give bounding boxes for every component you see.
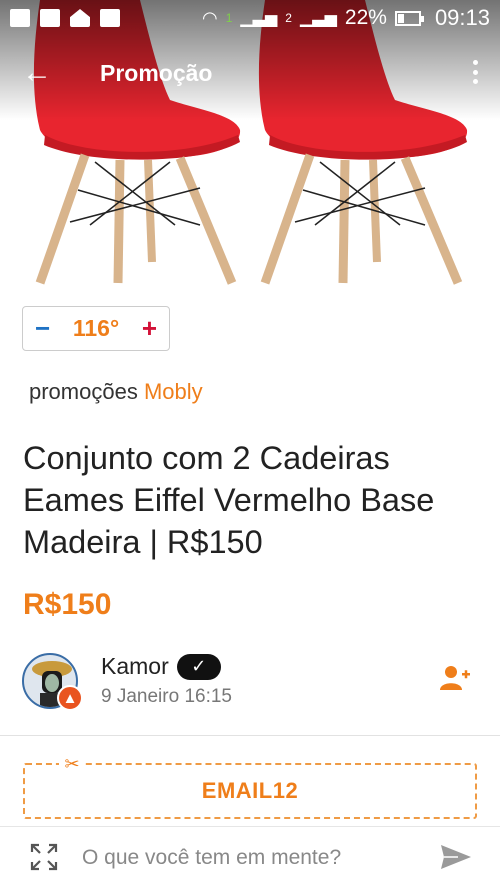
message-icon — [10, 9, 30, 27]
add-user-icon[interactable] — [440, 664, 470, 692]
author-name[interactable]: Kamor — [101, 653, 169, 680]
mail-icon — [100, 9, 120, 27]
comment-composer — [0, 826, 500, 889]
home-icon — [70, 9, 90, 27]
notification-icons — [10, 9, 120, 27]
app-bar: ← Promoção — [0, 50, 500, 98]
coupon-code-box[interactable]: ✂ EMAIL12 — [23, 753, 477, 819]
merchant-prefix: promoções — [29, 379, 138, 404]
merchant-line: promoções Mobly — [29, 379, 203, 405]
deal-temperature-control: − 116° + — [22, 306, 170, 351]
clock: 09:13 — [434, 5, 490, 30]
signal-icon-2: ▁▃▅ — [299, 10, 337, 27]
post-date: 9 Janeiro 16:15 — [101, 686, 232, 707]
wifi-icon: ◠ — [201, 7, 218, 28]
divider — [0, 735, 500, 736]
fire-icon: ▲ — [57, 685, 83, 711]
battery-percent: 22% — [344, 6, 387, 29]
more-vertical-icon[interactable] — [472, 60, 478, 84]
coupon-code[interactable]: EMAIL12 — [202, 778, 298, 804]
signal-icon-1: ▁▃▅ — [240, 10, 278, 27]
deal-price: R$150 — [23, 588, 112, 621]
sim-one-signal-icon: 1 — [225, 11, 233, 25]
merchant-link[interactable]: Mobly — [144, 379, 203, 404]
arrow-left-icon[interactable]: ← — [22, 56, 52, 90]
send-icon[interactable] — [440, 843, 472, 871]
expand-icon[interactable] — [30, 843, 58, 871]
battery-icon — [394, 10, 424, 26]
status-bar: ◠ 1 ▁▃▅ 2 ▁▃▅ 22% 09:13 — [0, 0, 500, 36]
deal-temperature: 116° — [72, 315, 120, 341]
facebook-icon — [40, 9, 60, 27]
scissors-icon: ✂ — [59, 753, 85, 775]
comment-input[interactable] — [82, 841, 412, 875]
product-image[interactable] — [0, 0, 500, 290]
author-name-row: Kamor ✓ — [101, 653, 221, 680]
deal-title: Conjunto com 2 Cadeiras Eames Eiffel Ver… — [23, 440, 435, 560]
sim-two-signal-icon: 2 — [285, 11, 292, 25]
vote-up-button[interactable]: + — [142, 313, 157, 344]
screen-title: Promoção — [100, 60, 213, 86]
verified-badge: ✓ — [176, 653, 221, 680]
vote-down-button[interactable]: − — [35, 313, 50, 344]
